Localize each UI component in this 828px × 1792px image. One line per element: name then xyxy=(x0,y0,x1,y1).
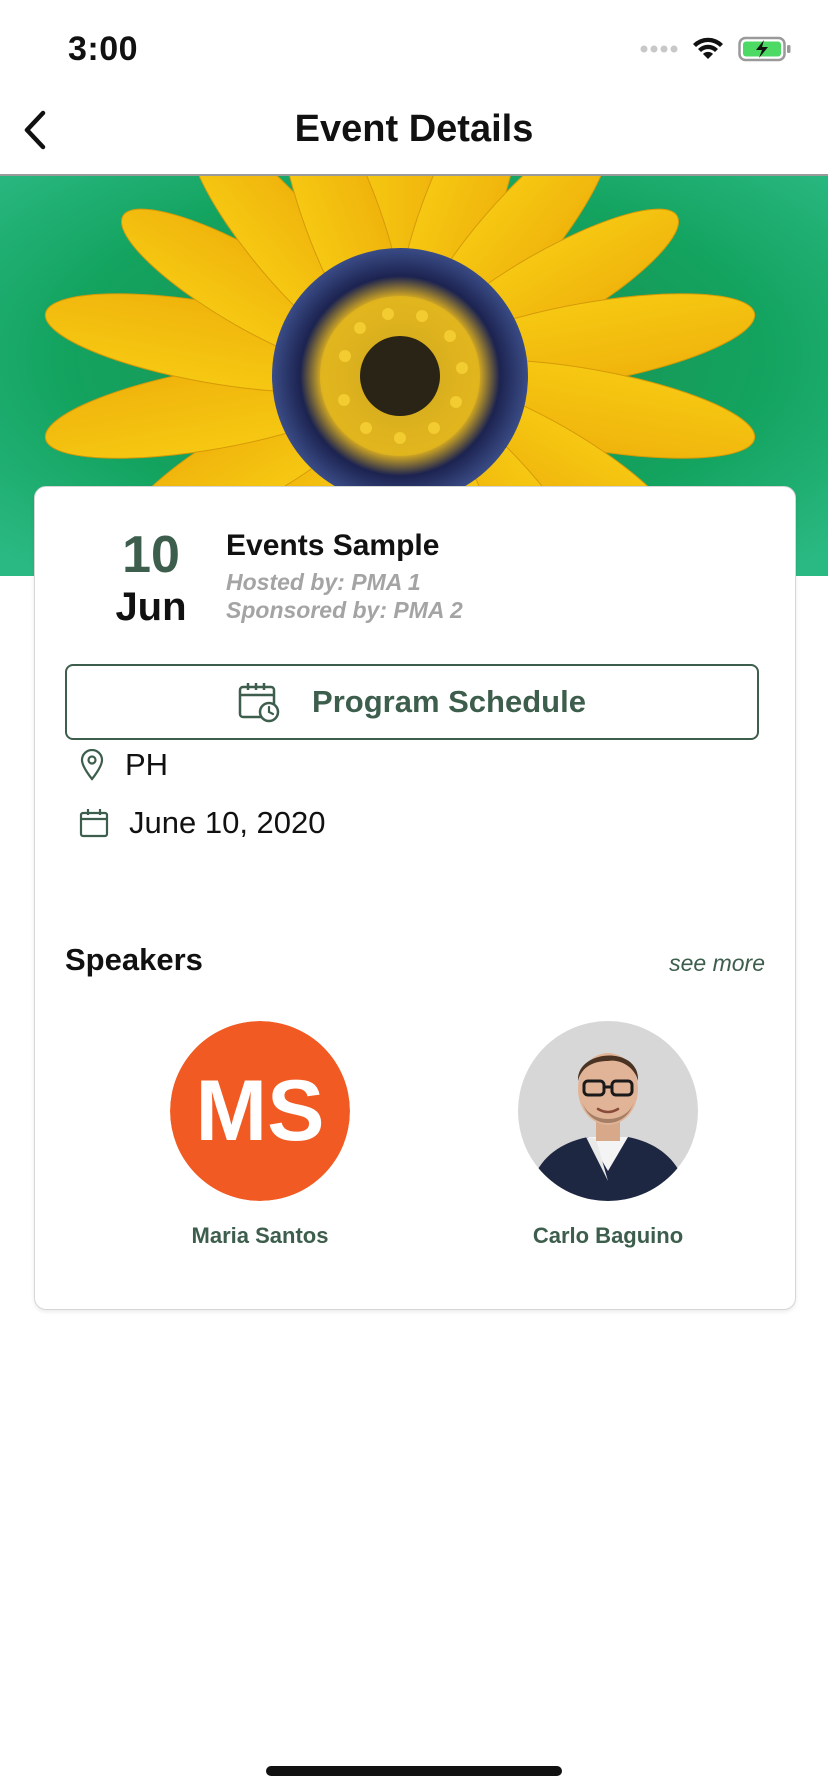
event-date: June 10, 2020 xyxy=(129,805,326,840)
speaker-card[interactable]: Carlo Baguino xyxy=(498,1021,718,1249)
calendar-clock-icon xyxy=(238,683,280,723)
program-schedule-label: Program Schedule xyxy=(312,684,586,719)
program-schedule-button[interactable]: Program Schedule xyxy=(65,664,759,740)
status-time: 3:00 xyxy=(68,30,139,68)
home-indicator[interactable] xyxy=(266,1766,562,1776)
avatar: MS xyxy=(170,1021,350,1201)
event-location-row: PH xyxy=(79,745,168,785)
event-card: 10 Jun Events Sample Hosted by: PMA 1 Sp… xyxy=(34,486,796,1310)
speaker-name: Maria Santos xyxy=(191,1223,329,1248)
calendar-icon xyxy=(79,809,109,838)
location-pin-icon xyxy=(80,749,104,781)
see-more-link[interactable]: see more xyxy=(669,950,765,977)
avatar-initials: MS xyxy=(170,1021,350,1201)
avatar xyxy=(518,1021,698,1201)
wifi-icon xyxy=(693,37,723,59)
event-location: PH xyxy=(125,747,169,782)
speaker-card[interactable]: MS Maria Santos xyxy=(150,1021,370,1249)
speakers-heading: Speakers xyxy=(65,942,203,977)
speaker-photo xyxy=(518,1021,698,1201)
event-host: Hosted by: PMA 1 xyxy=(226,569,421,595)
page-title: Event Details xyxy=(294,108,534,150)
battery-icon xyxy=(738,36,791,62)
event-sponsor: Sponsored by: PMA 2 xyxy=(226,597,463,623)
event-title: Events Sample xyxy=(226,529,440,562)
status-bar: 3:00 xyxy=(0,0,828,88)
navigation-bar: Event Details xyxy=(0,88,828,176)
speaker-name: Carlo Baguino xyxy=(532,1223,684,1248)
signal-icon xyxy=(640,45,678,53)
event-month: Jun xyxy=(115,585,187,629)
event-day: 10 xyxy=(122,526,180,584)
event-date-row: June 10, 2020 xyxy=(79,803,326,843)
status-icons xyxy=(640,36,792,62)
